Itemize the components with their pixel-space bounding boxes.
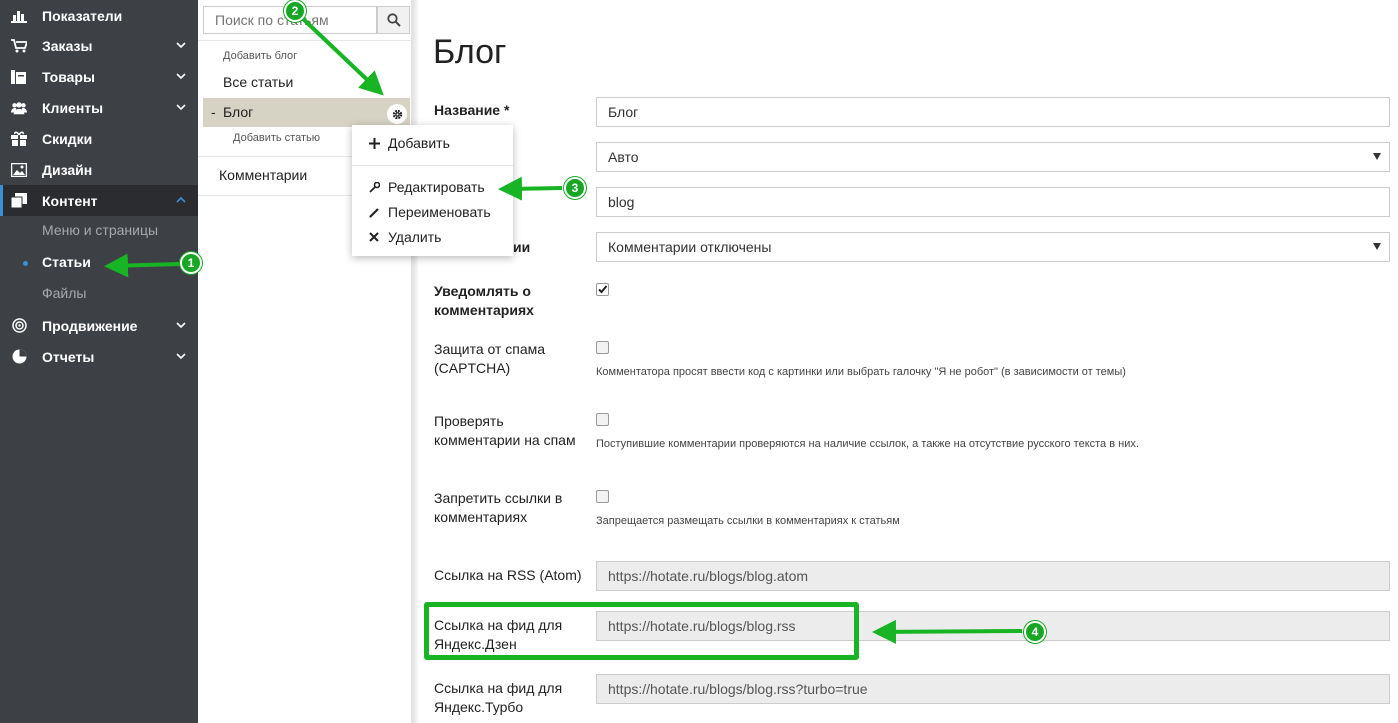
spamcheck-label: Проверять комментарии на спам xyxy=(434,413,576,448)
mode-select[interactable]: Авто xyxy=(596,142,1390,172)
nav-label: Продвижение xyxy=(42,317,138,334)
chevron-down-icon xyxy=(176,104,186,111)
nav-label: Клиенты xyxy=(42,99,104,116)
rss-url-field[interactable]: https://hotate.ru/blogs/blog.atom xyxy=(596,561,1390,591)
nav-label: Скидки xyxy=(42,130,93,147)
pie-icon xyxy=(11,349,27,365)
divider xyxy=(352,165,513,166)
spamcheck-checkbox[interactable] xyxy=(596,413,609,426)
nav-item-products[interactable]: Товары xyxy=(0,61,198,92)
menu-item-rename[interactable]: Переименовать xyxy=(352,201,513,223)
nav-sub-menus-pages[interactable]: Меню и страницы xyxy=(42,222,158,238)
notify-checkbox[interactable] xyxy=(596,283,609,296)
chevron-down-icon xyxy=(176,73,186,80)
menu-item-add[interactable]: Добавить xyxy=(352,132,513,154)
name-label: Название * xyxy=(434,102,510,118)
annotation-badge-4: 4 xyxy=(1024,621,1046,643)
copy-icon xyxy=(11,193,27,209)
name-input[interactable]: Блог xyxy=(596,97,1390,127)
tree-item-blog-label[interactable]: Блог xyxy=(223,104,253,120)
highlight-box xyxy=(424,602,859,660)
nav-label: Показатели xyxy=(42,7,123,24)
nav-item-reports[interactable]: Отчеты xyxy=(0,341,198,372)
all-articles-link[interactable]: Все статьи xyxy=(223,74,293,90)
mode-select-value: Авто xyxy=(608,149,639,165)
divider xyxy=(198,40,411,41)
turbo-label: Ссылка на фид для Яндекс.Турбо xyxy=(434,680,563,715)
nav-label: Заказы xyxy=(42,37,93,54)
captcha-checkbox[interactable] xyxy=(596,341,609,354)
menu-label: Удалить xyxy=(388,229,442,245)
wrench-icon xyxy=(368,181,380,193)
cart-icon xyxy=(11,38,27,54)
annotation-badge-1: 1 xyxy=(180,252,202,274)
notify-label: Уведомлять о комментариях xyxy=(434,283,534,318)
close-icon xyxy=(368,231,380,243)
blog-settings-button[interactable] xyxy=(387,104,407,124)
slug-input[interactable]: blog xyxy=(596,187,1390,217)
arrow-3 xyxy=(498,176,563,201)
caret-down-icon xyxy=(1373,153,1381,160)
nav-sub-articles[interactable]: Статьи xyxy=(42,254,91,270)
search-button[interactable] xyxy=(377,6,410,34)
picture-icon xyxy=(11,162,27,178)
nav-sub-files[interactable]: Файлы xyxy=(42,285,86,301)
annotation-badge-2: 2 xyxy=(284,0,306,22)
nolinks-checkbox[interactable] xyxy=(596,490,609,503)
panel-shadow xyxy=(412,0,418,723)
bar-chart-icon xyxy=(11,8,27,24)
page-title: Блог xyxy=(433,33,507,71)
add-article-link[interactable]: Добавить статью xyxy=(233,132,320,144)
active-dot xyxy=(23,261,28,266)
check-icon xyxy=(598,285,608,294)
search-icon xyxy=(386,13,401,27)
chevron-down-icon xyxy=(176,353,186,360)
nav-item-dashboard[interactable]: Показатели xyxy=(0,0,198,31)
menu-label: Переименовать xyxy=(388,204,491,220)
menu-label: Редактировать xyxy=(388,179,485,195)
rss-label: Ссылка на RSS (Atom) xyxy=(434,567,582,583)
plus-icon xyxy=(368,137,380,149)
nav-label: Дизайн xyxy=(42,161,93,178)
add-blog-link[interactable]: Добавить блог xyxy=(223,50,297,62)
nav-item-discounts[interactable]: Скидки xyxy=(0,123,198,154)
nav-item-design[interactable]: Дизайн xyxy=(0,154,198,185)
tree-item-prefix: - xyxy=(211,104,216,120)
nav-label: Контент xyxy=(42,192,98,209)
gear-icon xyxy=(392,109,402,119)
pencil-icon xyxy=(368,206,380,218)
comments-mode-value: Комментарии отключены xyxy=(608,239,772,255)
captcha-label: Защита от спама (CAPTCHA) xyxy=(434,341,546,376)
chevron-down-icon xyxy=(176,322,186,329)
main-sidebar: Показатели Заказы Товары Клиенты Скидки … xyxy=(0,0,198,723)
box-icon xyxy=(11,69,27,85)
nav-label: Товары xyxy=(42,68,95,85)
menu-item-delete[interactable]: Удалить xyxy=(352,226,513,248)
nav-item-content[interactable]: Контент xyxy=(0,185,198,216)
nav-label: Отчеты xyxy=(42,348,95,365)
users-icon xyxy=(11,100,27,116)
annotation-badge-3: 3 xyxy=(564,177,586,199)
gift-icon xyxy=(11,131,27,147)
blog-context-menu: Добавить Редактировать Переименовать Уда… xyxy=(352,125,513,256)
nolinks-hint: Запрещается размещать ссылки в комментар… xyxy=(596,515,900,527)
caret-down-icon xyxy=(1373,243,1381,250)
menu-label: Добавить xyxy=(388,135,450,151)
chevron-up-icon xyxy=(176,196,186,203)
turbo-url-field[interactable]: https://hotate.ru/blogs/blog.rss?turbo=t… xyxy=(596,674,1390,704)
nav-item-promotion[interactable]: Продвижение xyxy=(0,310,198,341)
nav-item-orders[interactable]: Заказы xyxy=(0,30,198,61)
comments-link[interactable]: Комментарии xyxy=(219,167,307,183)
captcha-hint: Комментатора просят ввести код с картинк… xyxy=(596,366,1126,378)
chevron-down-icon xyxy=(176,42,186,49)
nav-item-clients[interactable]: Клиенты xyxy=(0,92,198,123)
nolinks-label: Запретить ссылки в комментариях xyxy=(434,490,563,525)
menu-item-edit[interactable]: Редактировать xyxy=(352,176,513,198)
comments-label-fragment: ии xyxy=(513,239,531,255)
articles-tree-panel: Добавить блог Все статьи - Блог Добавить… xyxy=(198,0,412,723)
spamcheck-hint: Поступившие комментарии проверяются на н… xyxy=(596,438,1139,450)
comments-mode-select[interactable]: Комментарии отключены xyxy=(596,232,1390,262)
target-icon xyxy=(11,318,27,334)
